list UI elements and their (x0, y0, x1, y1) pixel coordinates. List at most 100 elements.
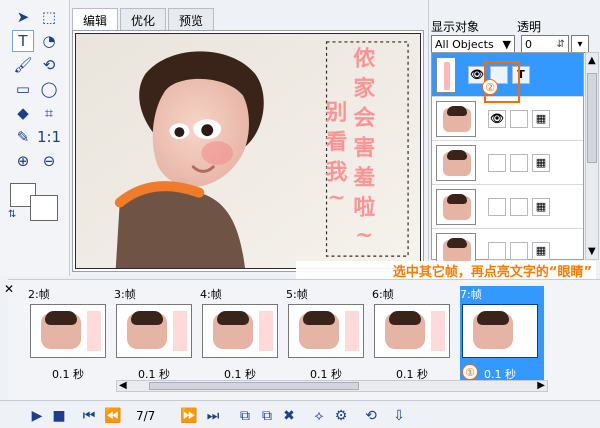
display-objects-select[interactable]: All Objects ▼ (431, 35, 515, 53)
crop-tool-icon[interactable]: ⌗ (38, 102, 60, 124)
bitmap-icon: ▦ (535, 112, 547, 125)
scroll-left-icon[interactable]: ◀ (119, 380, 127, 391)
frame-thumbnail[interactable]: 5:帧 0.1 秒 (286, 286, 370, 382)
svg-text:羞: 羞 (352, 165, 375, 191)
frame-preview (374, 304, 450, 358)
tab-edit[interactable]: 编辑 (72, 8, 119, 31)
frame-preview (462, 304, 538, 358)
list-item[interactable]: 👁 ▦ (432, 97, 583, 141)
scroll-down-icon[interactable]: ▼ (588, 246, 596, 257)
zoom-out-icon[interactable]: ⊖ (38, 150, 60, 172)
scroll-right-icon[interactable]: ▶ (537, 380, 545, 391)
layer-lock-toggle[interactable] (510, 109, 528, 128)
tool-palette: ➤ ⬚ T ◔ 🖌 ⟲ ▭ ◯ ◆ ⌗ ✎ 1:1 ⊕ ⊖ ⇅ (0, 0, 70, 276)
frames-horizontal-scrollbar[interactable]: ◀ ▶ (116, 380, 548, 392)
scrollbar-thumb[interactable] (587, 73, 597, 163)
frame-label: 3:帧 (114, 288, 136, 301)
layer-lock-toggle[interactable] (510, 241, 528, 260)
svg-text:侬: 侬 (353, 46, 375, 72)
add-frame-icon[interactable]: ⧉ (236, 407, 254, 425)
layer-lock-toggle[interactable] (510, 153, 528, 172)
object-list[interactable]: 👁 T 👁 ▦ ▦ ▦ ▦ ② (431, 52, 584, 273)
frame-label: 5:帧 (286, 288, 308, 301)
ellipse-tool-icon[interactable]: ◯ (38, 78, 60, 100)
transparency-dropdown-button[interactable]: ▾ (571, 35, 589, 53)
svg-text:~: ~ (355, 222, 373, 248)
frame-label: 2:帧 (28, 288, 50, 301)
layer-visibility-toggle[interactable] (488, 153, 506, 172)
settings-icon[interactable]: ⚙ (332, 407, 350, 425)
frame-label: 6:帧 (372, 288, 394, 301)
frame-thumbnail[interactable]: 4:帧 0.1 秒 (200, 286, 284, 382)
frame-thumbnail[interactable]: 2:帧 0.1 秒 (28, 286, 112, 382)
frame-thumbnail[interactable]: 3:帧 0.1 秒 (114, 286, 198, 382)
frame-thumbnail[interactable]: 6:帧 0.1 秒 (372, 286, 456, 382)
tab-optimize[interactable]: 优化 (120, 8, 167, 30)
actual-size-icon[interactable]: 1:1 (37, 126, 61, 148)
layer-lock-toggle[interactable] (510, 197, 528, 216)
next-frame-icon[interactable]: ⏩ (180, 407, 198, 425)
frames-strip[interactable]: 2:帧 0.1 秒 3:帧 0.1 秒 4:帧 0.1 秒 5:帧 0.1 秒 … (28, 286, 588, 382)
object-list-scrollbar[interactable]: ▲ ▼ (585, 52, 599, 260)
zoom-in-icon[interactable]: ⊕ (12, 150, 34, 172)
svg-text:别: 别 (325, 99, 348, 125)
tab-preview[interactable]: 预览 (168, 8, 215, 30)
duplicate-frame-icon[interactable]: ⧉ (258, 407, 276, 425)
list-item[interactable]: ▦ (432, 185, 583, 229)
subselect-tool-icon[interactable]: ⬚ (38, 6, 60, 28)
layer-visibility-toggle[interactable] (488, 197, 506, 216)
annotation-text: 选中其它帧，再点亮文字的“眼睛” (392, 264, 592, 280)
stop-icon[interactable]: ■ (50, 407, 68, 425)
frame-thumbnail-selected[interactable]: 7:帧 0.1 秒 ① (460, 286, 544, 382)
chevron-down-icon: ▼ (502, 37, 511, 51)
transparency-label: 透明 (517, 20, 542, 34)
swap-colors-icon[interactable]: ⇅ (8, 209, 16, 220)
svg-text:啦: 啦 (353, 194, 375, 220)
layer-visibility-toggle[interactable] (488, 241, 506, 260)
first-frame-icon[interactable]: ⏮ (80, 407, 98, 425)
bitmap-icon: ▦ (535, 200, 547, 213)
scroll-up-icon[interactable]: ▲ (588, 55, 596, 66)
frame-preview (288, 304, 364, 358)
brush-tool-icon[interactable]: 🖌 (12, 54, 34, 76)
pointer-tool-icon[interactable]: ➤ (12, 6, 34, 28)
export-icon[interactable]: ⇩ (390, 407, 408, 425)
eraser-tool-icon[interactable]: ▭ (12, 78, 34, 100)
annotation-banner: 选中其它帧，再点亮文字的“眼睛” (296, 261, 596, 280)
display-objects-label: 显示对象 (431, 20, 480, 34)
lasso-tool-icon[interactable]: ⟲ (38, 54, 60, 76)
eye-icon: 👁 (470, 68, 484, 81)
layer-thumbnail (436, 100, 476, 137)
canvas[interactable]: 侬 家 会 害 羞 啦 ~ 别 看 我 ~ (75, 33, 421, 269)
text-tool-icon[interactable]: T (12, 30, 34, 52)
layer-type-bitmap: ▦ (532, 197, 550, 216)
layer-type-bitmap: ▦ (532, 241, 550, 260)
close-icon[interactable]: ✕ (4, 282, 14, 296)
fill-tool-icon[interactable]: ◆ (12, 102, 34, 124)
play-icon[interactable]: ▶ (28, 407, 46, 425)
layer-type-bitmap: ▦ (532, 109, 550, 128)
transparency-input[interactable]: 0 ⇵ (521, 35, 569, 53)
layer-thumbnail (436, 144, 476, 181)
editor-tabs: 编辑 优化 预览 (72, 8, 216, 31)
color-swatches[interactable]: ⇅ (8, 183, 60, 229)
scrollbar-thumb[interactable] (149, 382, 359, 390)
frame-duration: 0.1 秒 (52, 368, 84, 381)
layer-visibility-toggle[interactable]: 👁 (488, 109, 506, 128)
shape-tool-icon[interactable]: ◔ (38, 30, 60, 52)
tween-icon[interactable]: ⟡ (310, 407, 328, 425)
eye-icon: 👁 (490, 112, 504, 125)
fill-color-swatch[interactable] (30, 195, 58, 221)
delete-frame-icon[interactable]: ✖ (280, 407, 298, 425)
last-frame-icon[interactable]: ⏭ (204, 407, 222, 425)
prev-frame-icon[interactable]: ⏪ (104, 407, 122, 425)
frame-label: 7:帧 (460, 288, 482, 301)
svg-text:害: 害 (353, 135, 375, 161)
optimize-icon[interactable]: ⟲ (362, 407, 380, 425)
chevron-down-icon: ▾ (577, 38, 583, 50)
eyedropper-tool-icon[interactable]: ✎ (12, 126, 34, 148)
list-item[interactable]: ▦ (432, 141, 583, 185)
svg-text:家: 家 (353, 76, 375, 102)
svg-text:会: 会 (353, 105, 375, 131)
right-panel: 显示对象 透明 All Objects ▼ 0 ⇵ ▾ 👁 T 👁 ▦ ▦ ▦ … (428, 0, 600, 276)
